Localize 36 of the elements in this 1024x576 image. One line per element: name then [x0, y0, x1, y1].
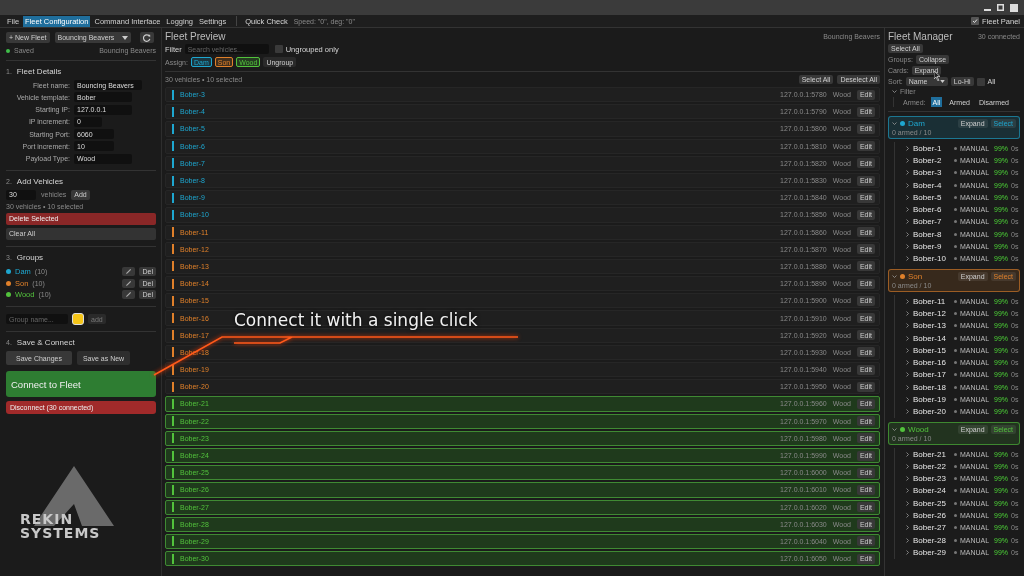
caret-icon[interactable]: [892, 89, 897, 94]
connect-button[interactable]: Connect to Fleet: [6, 371, 156, 398]
caret-icon[interactable]: [905, 397, 910, 402]
caret-icon[interactable]: [892, 273, 897, 279]
group-color-dot: [900, 273, 905, 279]
panel-title: Fleet Manager: [888, 31, 953, 42]
caret-icon[interactable]: [905, 244, 910, 249]
group-name: Son: [908, 271, 923, 281]
edit-button[interactable]: [122, 267, 136, 277]
caret-icon: [939, 80, 945, 83]
maximize-icon[interactable]: [997, 4, 1004, 11]
ungrouped-checkbox[interactable]: [274, 45, 283, 53]
all-checkbox[interactable]: [976, 77, 985, 86]
color-swatch[interactable]: [72, 313, 84, 326]
caret-icon: [121, 35, 128, 40]
section-title: Save & Connect: [16, 338, 75, 348]
refresh-icon: [142, 33, 151, 42]
logo-text: SYSTEMS: [20, 526, 101, 541]
group-color-dot: [900, 121, 905, 126]
section-title: Groups: [16, 252, 44, 262]
panel-title: Fleet Preview: [165, 31, 226, 42]
group-name: Wood: [908, 424, 929, 434]
section-title: Add Vehicles: [16, 176, 64, 186]
section-title: Fleet Details: [16, 67, 62, 76]
caret-icon[interactable]: [892, 426, 897, 432]
group-color-dot: [900, 426, 905, 432]
edit-button[interactable]: [122, 290, 136, 300]
edit-button[interactable]: [122, 278, 136, 288]
fleet-panel-checkbox[interactable]: [971, 17, 980, 25]
logo-text: REKIN: [20, 512, 74, 527]
group-name: Dam: [908, 119, 925, 128]
caret-icon[interactable]: [905, 409, 910, 415]
caret-icon[interactable]: [892, 121, 897, 126]
caret-icon[interactable]: [905, 256, 910, 262]
refresh-button[interactable]: [139, 32, 154, 43]
close-icon[interactable]: [1010, 3, 1018, 12]
